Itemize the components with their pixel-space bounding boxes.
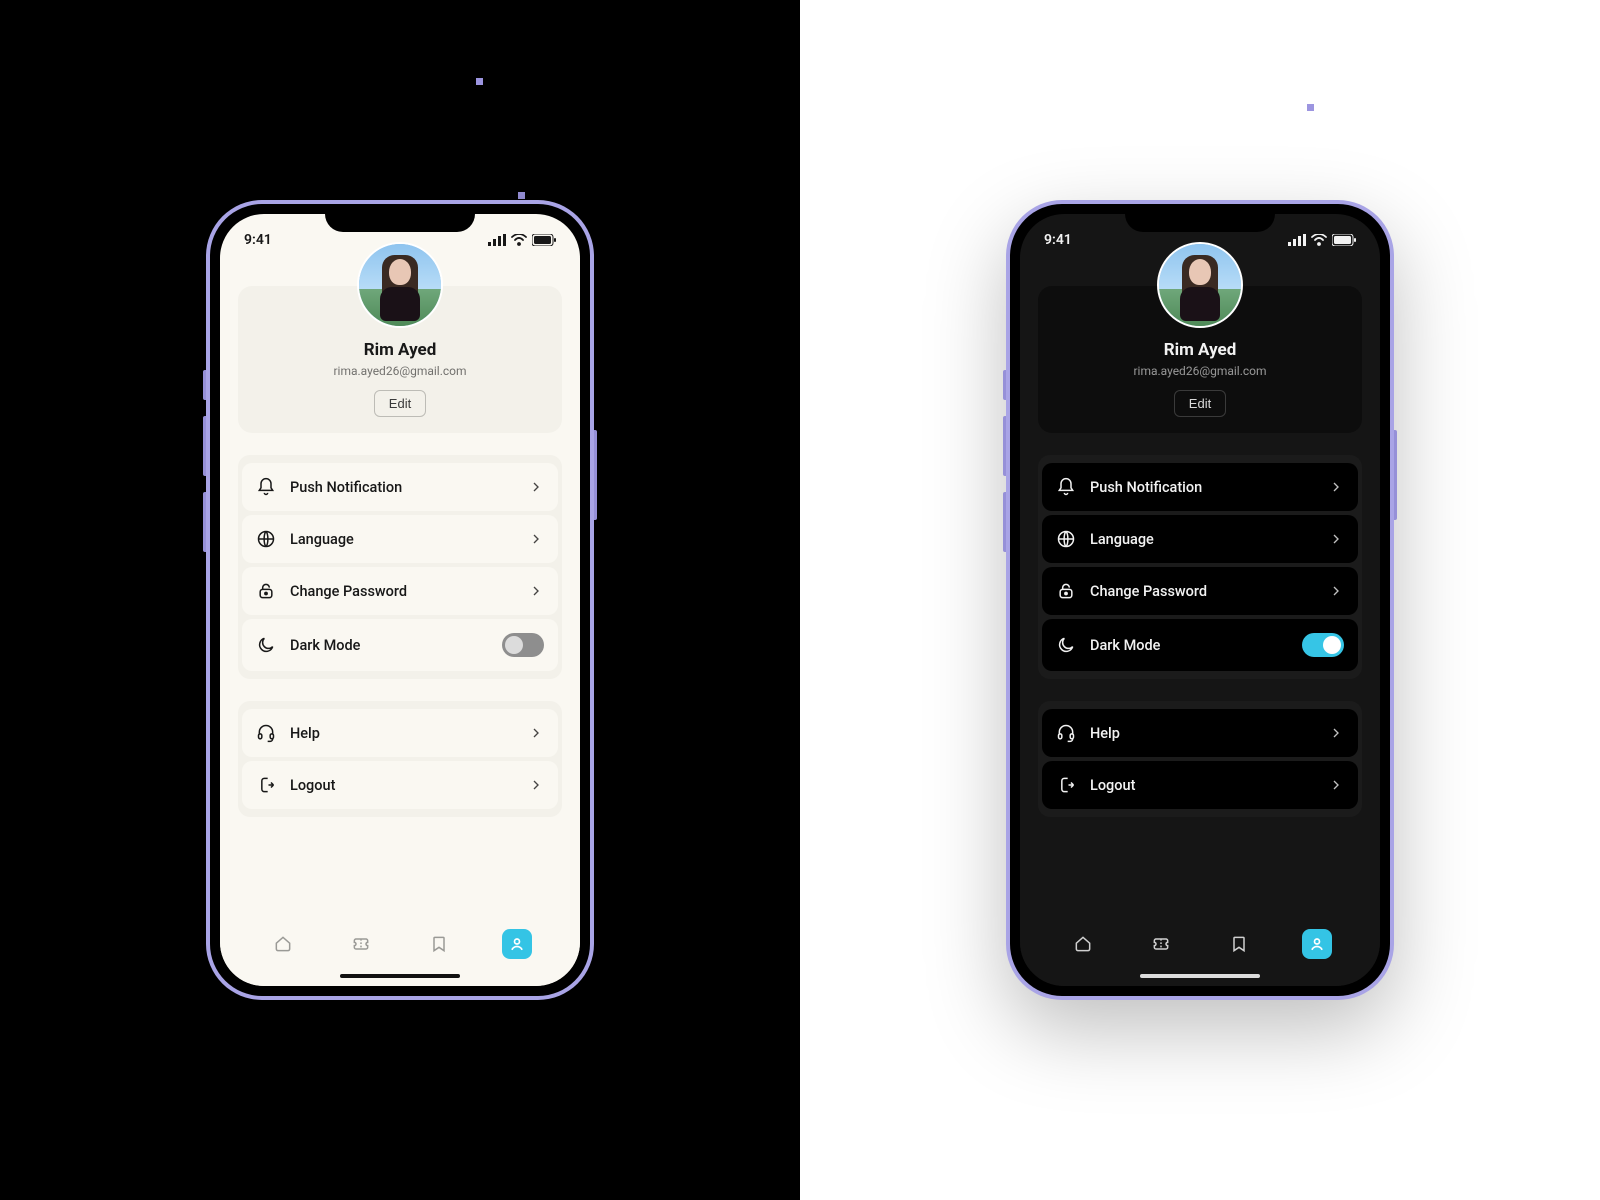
nav-home[interactable] bbox=[1068, 929, 1098, 959]
logout-row[interactable]: Logout bbox=[242, 761, 558, 809]
help-row[interactable]: Help bbox=[1042, 709, 1358, 757]
chevron-right-icon bbox=[1328, 583, 1344, 599]
edit-button[interactable]: Edit bbox=[1174, 390, 1226, 417]
moon-icon bbox=[256, 635, 276, 655]
row-label: Change Password bbox=[290, 583, 514, 600]
profile-email: rima.ayed26@gmail.com bbox=[1054, 364, 1346, 378]
profile-card: Rim Ayed rima.ayed26@gmail.com Edit bbox=[1038, 286, 1362, 433]
headset-icon bbox=[1056, 723, 1076, 743]
device-frame-dark: 9:41 Rim Ayed rima.ayed26@gma bbox=[1006, 200, 1394, 1000]
home-icon bbox=[273, 934, 293, 954]
push-notification-row[interactable]: Push Notification bbox=[1042, 463, 1358, 511]
profile-name: Rim Ayed bbox=[1054, 340, 1346, 360]
chevron-right-icon bbox=[1328, 777, 1344, 793]
nav-tickets[interactable] bbox=[1146, 929, 1176, 959]
chevron-right-icon bbox=[528, 531, 544, 547]
chevron-right-icon bbox=[528, 777, 544, 793]
chevron-right-icon bbox=[1328, 531, 1344, 547]
row-label: Dark Mode bbox=[290, 637, 488, 654]
row-label: Language bbox=[290, 531, 514, 548]
dark-mode-toggle[interactable] bbox=[1302, 633, 1344, 657]
status-time: 9:41 bbox=[1044, 232, 1072, 248]
chevron-right-icon bbox=[528, 725, 544, 741]
nav-tickets[interactable] bbox=[346, 929, 376, 959]
support-section: Help Logout bbox=[238, 701, 562, 817]
bookmark-icon bbox=[429, 934, 449, 954]
nav-bookmark[interactable] bbox=[424, 929, 454, 959]
nav-profile[interactable] bbox=[502, 929, 532, 959]
logout-icon bbox=[256, 775, 276, 795]
wifi-icon bbox=[1311, 234, 1327, 246]
change-password-row[interactable]: Change Password bbox=[1042, 567, 1358, 615]
nav-profile[interactable] bbox=[1302, 929, 1332, 959]
chevron-right-icon bbox=[1328, 479, 1344, 495]
home-indicator bbox=[1140, 974, 1260, 978]
globe-icon bbox=[256, 529, 276, 549]
row-label: Help bbox=[1090, 725, 1314, 742]
settings-section: Push Notification Language Change Passwo… bbox=[238, 455, 562, 679]
help-row[interactable]: Help bbox=[242, 709, 558, 757]
edit-button[interactable]: Edit bbox=[374, 390, 426, 417]
ticket-icon bbox=[1151, 934, 1171, 954]
avatar[interactable] bbox=[1157, 242, 1243, 328]
chevron-right-icon bbox=[528, 479, 544, 495]
profile-icon bbox=[507, 934, 527, 954]
chevron-right-icon bbox=[528, 583, 544, 599]
home-icon bbox=[1073, 934, 1093, 954]
moon-icon bbox=[1056, 635, 1076, 655]
logout-row[interactable]: Logout bbox=[1042, 761, 1358, 809]
bell-icon bbox=[1056, 477, 1076, 497]
row-label: Push Notification bbox=[1090, 479, 1314, 496]
row-label: Logout bbox=[1090, 777, 1314, 794]
nav-home[interactable] bbox=[268, 929, 298, 959]
notch bbox=[325, 204, 475, 232]
row-label: Push Notification bbox=[290, 479, 514, 496]
cellular-icon bbox=[488, 234, 506, 246]
headset-icon bbox=[256, 723, 276, 743]
wifi-icon bbox=[511, 234, 527, 246]
bell-icon bbox=[256, 477, 276, 497]
device-frame-light: 9:41 Rim Ayed rima.ayed26@gma bbox=[206, 200, 594, 1000]
status-time: 9:41 bbox=[244, 232, 272, 248]
profile-email: rima.ayed26@gmail.com bbox=[254, 364, 546, 378]
settings-section: Push Notification Language Change Passwo… bbox=[1038, 455, 1362, 679]
cellular-icon bbox=[1288, 234, 1306, 246]
language-row[interactable]: Language bbox=[242, 515, 558, 563]
change-password-row[interactable]: Change Password bbox=[242, 567, 558, 615]
profile-card: Rim Ayed rima.ayed26@gmail.com Edit bbox=[238, 286, 562, 433]
push-notification-row[interactable]: Push Notification bbox=[242, 463, 558, 511]
row-label: Change Password bbox=[1090, 583, 1314, 600]
home-indicator bbox=[340, 974, 460, 978]
avatar[interactable] bbox=[357, 242, 443, 328]
profile-name: Rim Ayed bbox=[254, 340, 546, 360]
dark-mode-toggle[interactable] bbox=[502, 633, 544, 657]
language-row[interactable]: Language bbox=[1042, 515, 1358, 563]
lock-icon bbox=[1056, 581, 1076, 601]
support-section: Help Logout bbox=[1038, 701, 1362, 817]
profile-icon bbox=[1307, 934, 1327, 954]
nav-bookmark[interactable] bbox=[1224, 929, 1254, 959]
lock-icon bbox=[256, 581, 276, 601]
battery-icon bbox=[1332, 234, 1356, 246]
row-label: Dark Mode bbox=[1090, 637, 1288, 654]
row-label: Language bbox=[1090, 531, 1314, 548]
row-label: Logout bbox=[290, 777, 514, 794]
ticket-icon bbox=[351, 934, 371, 954]
globe-icon bbox=[1056, 529, 1076, 549]
battery-icon bbox=[532, 234, 556, 246]
dark-mode-row[interactable]: Dark Mode bbox=[1042, 619, 1358, 671]
bookmark-icon bbox=[1229, 934, 1249, 954]
logout-icon bbox=[1056, 775, 1076, 795]
dark-mode-row[interactable]: Dark Mode bbox=[242, 619, 558, 671]
screen-dark: 9:41 Rim Ayed rima.ayed26@gma bbox=[1020, 214, 1380, 986]
screen-light: 9:41 Rim Ayed rima.ayed26@gma bbox=[220, 214, 580, 986]
row-label: Help bbox=[290, 725, 514, 742]
notch bbox=[1125, 204, 1275, 232]
chevron-right-icon bbox=[1328, 725, 1344, 741]
